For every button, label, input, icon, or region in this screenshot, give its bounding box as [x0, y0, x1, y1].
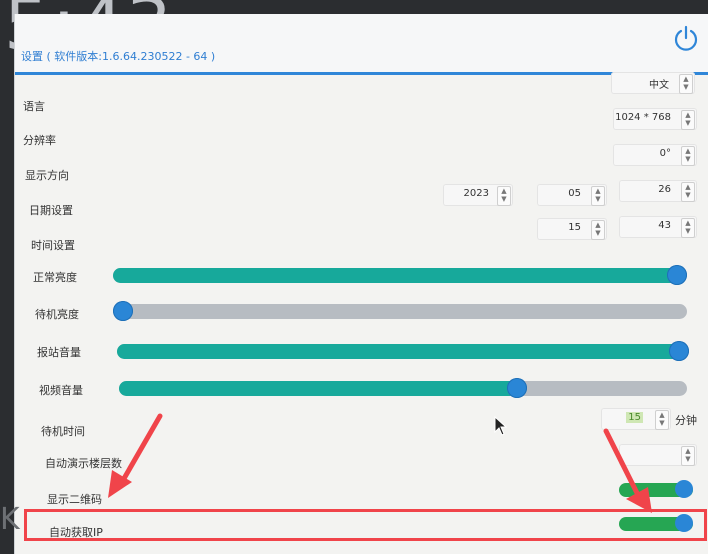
- normal-brightness-slider[interactable]: [113, 265, 687, 285]
- day-value: 26: [658, 184, 671, 195]
- spinner-icon[interactable]: ▲ ▼: [591, 220, 605, 240]
- spinner-icon[interactable]: ▲ ▼: [681, 446, 695, 466]
- resolution-label: 分辨率: [23, 134, 56, 147]
- orientation-value: 0°: [659, 148, 671, 159]
- day-spinner[interactable]: 26 ▲ ▼: [619, 180, 697, 202]
- month-value: 05: [568, 188, 581, 199]
- title-bar: 设置 ( 软件版本:1.6.64.230522 - 64 ): [15, 14, 708, 75]
- spinner-icon[interactable]: ▲ ▼: [591, 186, 605, 206]
- time-label: 时间设置: [31, 239, 75, 252]
- normal-brightness-label: 正常亮度: [33, 271, 77, 284]
- spinner-icon[interactable]: ▲ ▼: [679, 74, 693, 94]
- hour-value: 15: [568, 222, 581, 233]
- standby-time-unit: 分钟: [675, 414, 697, 427]
- background-text: K: [0, 502, 20, 537]
- annotation-arrow-left: [108, 413, 163, 498]
- video-volume-slider[interactable]: [119, 378, 687, 398]
- annotation-arrow-right: [603, 428, 652, 513]
- standby-brightness-slider[interactable]: [113, 301, 687, 321]
- spinner-icon[interactable]: ▲ ▼: [681, 146, 695, 166]
- resolution-select[interactable]: 1024 * 768 ▲ ▼: [613, 108, 697, 130]
- station-volume-slider[interactable]: [117, 341, 689, 361]
- normal-brightness-fill: [113, 268, 685, 283]
- mouse-cursor-icon: [494, 416, 508, 436]
- standby-brightness-label: 待机亮度: [35, 308, 79, 321]
- orientation-select[interactable]: 0° ▲ ▼: [613, 144, 697, 166]
- orientation-label: 显示方向: [25, 169, 69, 182]
- language-select[interactable]: 中文 ▲ ▼: [611, 72, 695, 94]
- year-value: 2023: [463, 188, 489, 199]
- power-icon[interactable]: [671, 24, 701, 54]
- resolution-value: 1024 * 768: [615, 112, 671, 123]
- station-volume-fill: [117, 344, 687, 359]
- video-volume-label: 视频音量: [39, 384, 83, 397]
- video-volume-knob[interactable]: [507, 378, 527, 398]
- spinner-icon[interactable]: ▲ ▼: [681, 182, 695, 202]
- standby-time-label: 待机时间: [41, 425, 85, 438]
- language-value: 中文: [649, 80, 669, 91]
- normal-brightness-knob[interactable]: [667, 265, 687, 285]
- show-qr-label: 显示二维码: [47, 493, 102, 506]
- standby-time-value: 15: [626, 412, 643, 423]
- standby-brightness-knob[interactable]: [113, 301, 133, 321]
- spinner-icon[interactable]: ▲ ▼: [681, 218, 695, 238]
- video-volume-fill: [119, 381, 517, 396]
- minute-value: 43: [658, 220, 671, 231]
- station-volume-label: 报站音量: [37, 346, 81, 359]
- show-qr-toggle-knob: [675, 480, 693, 498]
- hour-spinner[interactable]: 15 ▲ ▼: [537, 218, 607, 240]
- date-label: 日期设置: [29, 204, 73, 217]
- station-volume-knob[interactable]: [669, 341, 689, 361]
- minute-spinner[interactable]: 43 ▲ ▼: [619, 216, 697, 238]
- year-spinner[interactable]: 2023 ▲ ▼: [443, 184, 513, 206]
- language-label: 语言: [23, 100, 45, 113]
- window-title: 设置 ( 软件版本:1.6.64.230522 - 64 ): [21, 50, 216, 63]
- spinner-icon[interactable]: ▲ ▼: [497, 186, 511, 206]
- month-spinner[interactable]: 05 ▲ ▼: [537, 184, 607, 206]
- spinner-icon[interactable]: ▲ ▼: [681, 110, 695, 130]
